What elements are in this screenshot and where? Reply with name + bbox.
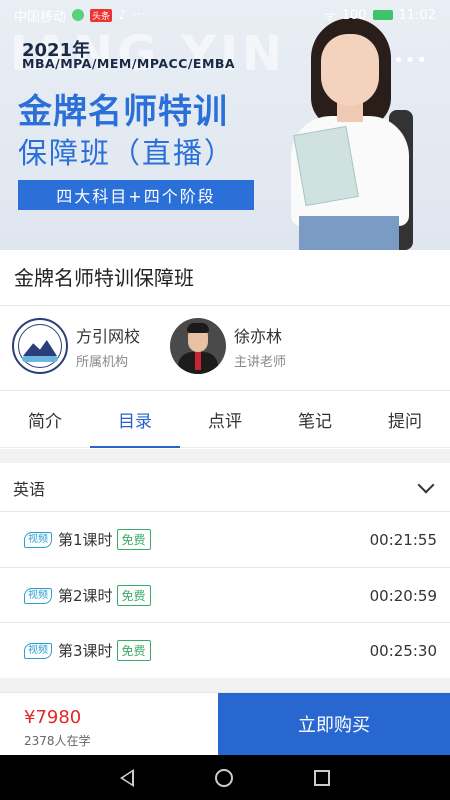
price-info: ¥7980 2378人在学 bbox=[0, 693, 218, 755]
video-tag: 视频 bbox=[24, 531, 52, 548]
tab-intro[interactable]: 简介 bbox=[0, 392, 90, 447]
banner-title: 金牌名师特训 bbox=[18, 92, 228, 132]
free-badge: 免费 bbox=[116, 640, 151, 661]
free-badge: 免费 bbox=[116, 585, 151, 606]
more-options-icon[interactable]: ••• bbox=[393, 50, 428, 71]
tab-reviews[interactable]: 点评 bbox=[180, 392, 270, 447]
tab-notes[interactable]: 笔记 bbox=[270, 392, 360, 447]
institution-card[interactable]: 方引网校 所属机构 bbox=[12, 318, 140, 374]
section-spacer bbox=[0, 449, 450, 463]
enrolled-count: 2378人在学 bbox=[24, 734, 91, 748]
divider bbox=[0, 305, 450, 306]
chevron-down-icon[interactable] bbox=[417, 476, 435, 494]
recent-apps-icon[interactable] bbox=[313, 769, 330, 786]
lesson-duration: 00:21:55 bbox=[369, 530, 437, 549]
course-title: 金牌名师特训保障班 bbox=[14, 266, 194, 290]
lesson-row[interactable]: 视频 第3课时 免费 00:25:30 bbox=[0, 623, 450, 678]
lesson-name: 第1课时 bbox=[58, 531, 113, 549]
clock: 11:02 bbox=[398, 7, 436, 23]
banner-subtitle: MBA/MPA/MEM/MPACC/EMBA bbox=[22, 56, 236, 71]
teacher-role: 主讲老师 bbox=[234, 354, 287, 370]
battery-icon bbox=[372, 10, 393, 20]
system-nav-bar bbox=[0, 755, 450, 800]
status-bar: 中国移动 头条 ♪ ··· ᯤ 100 11:02 bbox=[0, 0, 450, 30]
course-tabs: 简介 目录 点评 笔记 提问 bbox=[0, 392, 450, 448]
chapter-header[interactable]: 英语 bbox=[0, 464, 450, 512]
tab-catalog[interactable]: 目录 bbox=[90, 392, 180, 448]
banner-model-image bbox=[285, 10, 425, 250]
teacher-card[interactable]: 徐亦林 主讲老师 bbox=[170, 318, 286, 374]
lesson-duration: 00:20:59 bbox=[369, 586, 437, 605]
course-price: ¥7980 bbox=[24, 707, 82, 728]
battery-level: 100 bbox=[341, 7, 367, 23]
lesson-name: 第3课时 bbox=[58, 642, 113, 660]
tab-questions[interactable]: 提问 bbox=[360, 392, 450, 447]
tiktok-notification-icon: ♪ bbox=[118, 7, 127, 23]
institution-logo bbox=[12, 318, 68, 374]
carrier-label: 中国移动 bbox=[14, 9, 67, 25]
course-banner: IANG YIN 2021年 MBA/MPA/MEM/MPACC/EMBA 金牌… bbox=[0, 0, 450, 250]
app-notification-icon bbox=[72, 9, 85, 21]
banner-highlight-bar: 四大科目+四个阶段 bbox=[18, 180, 254, 210]
back-icon[interactable] bbox=[120, 768, 135, 787]
chapter-title: 英语 bbox=[13, 480, 46, 499]
lesson-row[interactable]: 视频 第2课时 免费 00:20:59 bbox=[0, 568, 450, 623]
more-notifications-icon: ··· bbox=[132, 7, 145, 23]
banner-title-line2: 保障班（直播） bbox=[18, 136, 236, 170]
purchase-bar: ¥7980 2378人在学 立即购买 bbox=[0, 692, 450, 755]
free-badge: 免费 bbox=[116, 529, 151, 550]
buy-now-button[interactable]: 立即购买 bbox=[218, 693, 450, 755]
video-tag: 视频 bbox=[24, 587, 52, 604]
teacher-avatar bbox=[170, 318, 226, 374]
lesson-duration: 00:25:30 bbox=[369, 641, 437, 660]
divider bbox=[0, 390, 450, 391]
home-icon[interactable] bbox=[214, 768, 233, 787]
wifi-icon: ᯤ bbox=[323, 9, 336, 24]
news-notification-icon: 头条 bbox=[90, 8, 113, 22]
teacher-name: 徐亦林 bbox=[234, 326, 283, 346]
section-spacer bbox=[0, 678, 450, 692]
lesson-row[interactable]: 视频 第1课时 免费 00:21:55 bbox=[0, 512, 450, 567]
lesson-name: 第2课时 bbox=[58, 587, 113, 605]
institution-role: 所属机构 bbox=[76, 354, 129, 370]
institution-name: 方引网校 bbox=[76, 326, 141, 346]
video-tag: 视频 bbox=[24, 642, 52, 659]
